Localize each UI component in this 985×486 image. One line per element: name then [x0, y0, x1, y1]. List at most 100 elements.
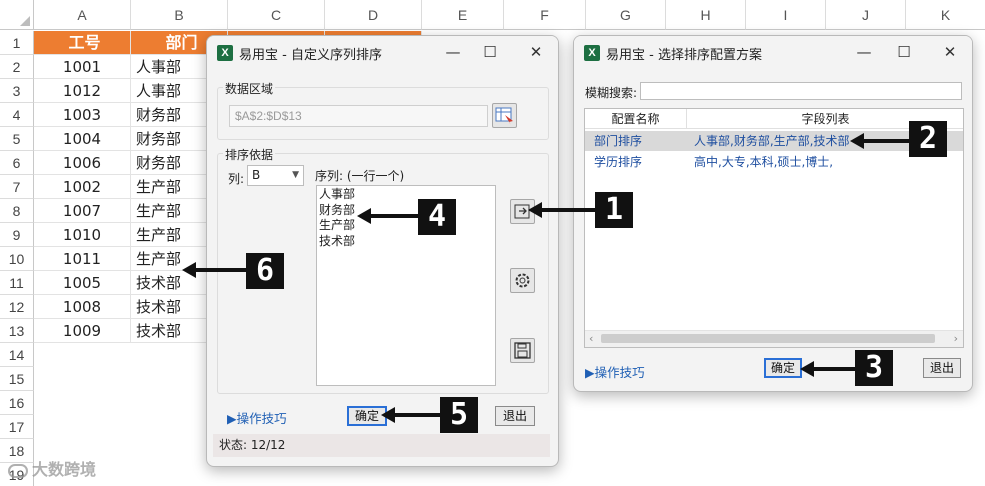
config-fields: 高中,大专,本科,硕士,博士, [694, 155, 834, 169]
sequence-label: 序列: (一行一个) [315, 169, 405, 183]
excel-icon: X [584, 45, 600, 61]
exit-button[interactable]: 退出 [923, 358, 961, 378]
callout-1-badge: 1 [595, 192, 633, 228]
id-cell[interactable]: 1008 [34, 295, 131, 319]
id-cell[interactable]: 1005 [34, 271, 131, 295]
save-icon [514, 342, 531, 359]
chevron-down-icon: ▼ [292, 170, 299, 180]
ok-button[interactable]: 确定 [764, 358, 802, 378]
tips-link[interactable]: ▶操作技巧 [227, 408, 287, 427]
row-header[interactable]: 3 [0, 79, 34, 103]
callout-5-arrow [381, 407, 443, 423]
dialog-title: 易用宝 - 选择排序配置方案 [606, 48, 762, 63]
table-row[interactable]: 学历排序 高中,大专,本科,硕士,博士, [585, 152, 963, 172]
callout-4-badge: 4 [418, 199, 456, 235]
row-header[interactable]: 9 [0, 223, 34, 247]
col-config-name[interactable]: 配置名称 [585, 109, 687, 129]
callout-5-badge: 5 [440, 397, 478, 433]
row-header[interactable]: 1 [0, 31, 34, 55]
column-header-e[interactable]: E [422, 0, 504, 30]
row-header[interactable]: 16 [0, 391, 34, 415]
column-header-d[interactable]: D [325, 0, 422, 30]
tips-link[interactable]: ▶操作技巧 [585, 362, 645, 381]
id-cell[interactable]: 1007 [34, 199, 131, 223]
sequence-line: 人事部 [319, 187, 356, 201]
callout-2-badge: 2 [909, 121, 947, 157]
close-button[interactable]: ✕ [932, 41, 968, 63]
column-label: 列: [228, 172, 245, 186]
config-name: 学历排序 [594, 155, 643, 169]
callout-3-arrow [800, 361, 858, 377]
scrollbar-thumb[interactable] [601, 334, 935, 343]
id-cell[interactable]: 1010 [34, 223, 131, 247]
row-header[interactable]: 8 [0, 199, 34, 223]
row-header[interactable]: 2 [0, 55, 34, 79]
row-header[interactable]: 13 [0, 319, 34, 343]
callout-4-arrow [357, 208, 421, 224]
excel-icon: X [217, 45, 233, 61]
id-cell[interactable]: 1011 [34, 247, 131, 271]
save-config-button[interactable] [510, 338, 535, 363]
minimize-button[interactable]: — [435, 41, 471, 63]
callout-6-arrow [182, 262, 250, 278]
callout-3-badge: 3 [855, 350, 893, 386]
id-cell[interactable]: 1004 [34, 127, 131, 151]
exit-button[interactable]: 退出 [495, 406, 535, 426]
row-header[interactable]: 7 [0, 175, 34, 199]
dialog-title: 易用宝 - 自定义序列排序 [239, 48, 382, 63]
sequence-line: 技术部 [319, 233, 356, 248]
minimize-button[interactable]: — [846, 41, 882, 63]
column-header-f[interactable]: F [504, 0, 586, 30]
row-header[interactable]: 6 [0, 151, 34, 175]
column-header-c[interactable]: C [228, 0, 325, 30]
column-header-g[interactable]: G [586, 0, 666, 30]
data-area-label: 数据区域 [223, 80, 276, 97]
dialog-titlebar[interactable]: X 易用宝 - 自定义序列排序 — ☐ ✕ [207, 36, 558, 68]
horizontal-scrollbar[interactable]: ‹ › [585, 330, 963, 347]
row-header[interactable]: 5 [0, 127, 34, 151]
maximize-button[interactable]: ☐ [472, 41, 508, 63]
id-cell[interactable]: 1003 [34, 103, 131, 127]
id-cell[interactable]: 1012 [34, 79, 131, 103]
column-select[interactable]: B ▼ [247, 165, 304, 186]
config-list[interactable]: 配置名称 字段列表 部门排序 人事部,财务部,生产部,技术部 学历排序 高中,大… [584, 108, 964, 348]
watermark-logo-icon [8, 463, 28, 478]
watermark: 大数跨境 [8, 456, 96, 480]
header-cell[interactable]: 工号 [34, 31, 131, 55]
column-header-k[interactable]: K [906, 0, 985, 30]
row-header[interactable]: 15 [0, 367, 34, 391]
dialog-titlebar[interactable]: X 易用宝 - 选择排序配置方案 — ☐ ✕ [574, 36, 972, 68]
close-button[interactable]: ✕ [518, 41, 554, 63]
column-header-a[interactable]: A [34, 0, 131, 30]
scroll-left-icon[interactable]: ‹ [589, 332, 593, 345]
row-header[interactable]: 4 [0, 103, 34, 127]
config-select-dialog: X 易用宝 - 选择排序配置方案 — ☐ ✕ 模糊搜索: 配置名称 字段列表 部… [573, 35, 973, 392]
settings-button[interactable] [510, 268, 535, 293]
scroll-right-icon[interactable]: › [954, 332, 958, 345]
id-cell[interactable]: 1001 [34, 55, 131, 79]
search-label: 模糊搜索: [585, 86, 638, 100]
row-header[interactable]: 10 [0, 247, 34, 271]
maximize-button[interactable]: ☐ [886, 41, 922, 63]
select-all-corner[interactable] [0, 0, 34, 30]
callout-6-badge: 6 [246, 253, 284, 289]
callout-2-arrow [850, 133, 912, 149]
id-cell[interactable]: 1002 [34, 175, 131, 199]
list-header: 配置名称 字段列表 [585, 109, 963, 129]
row-header[interactable]: 11 [0, 271, 34, 295]
column-header-b[interactable]: B [131, 0, 228, 30]
id-cell[interactable]: 1009 [34, 319, 131, 343]
row-header[interactable]: 17 [0, 415, 34, 439]
column-header-i[interactable]: I [746, 0, 826, 30]
data-area-input[interactable]: $A$2:$D$13 [229, 105, 488, 127]
column-header-j[interactable]: J [826, 0, 906, 30]
search-input[interactable] [640, 82, 962, 100]
column-header-h[interactable]: H [666, 0, 746, 30]
row-header[interactable]: 14 [0, 343, 34, 367]
config-fields: 人事部,财务部,生产部,技术部 [694, 134, 850, 148]
row-header[interactable]: 12 [0, 295, 34, 319]
range-select-button[interactable] [492, 103, 517, 128]
id-cell[interactable]: 1006 [34, 151, 131, 175]
sequence-line: 生产部 [319, 218, 356, 232]
range-select-icon [495, 107, 513, 125]
